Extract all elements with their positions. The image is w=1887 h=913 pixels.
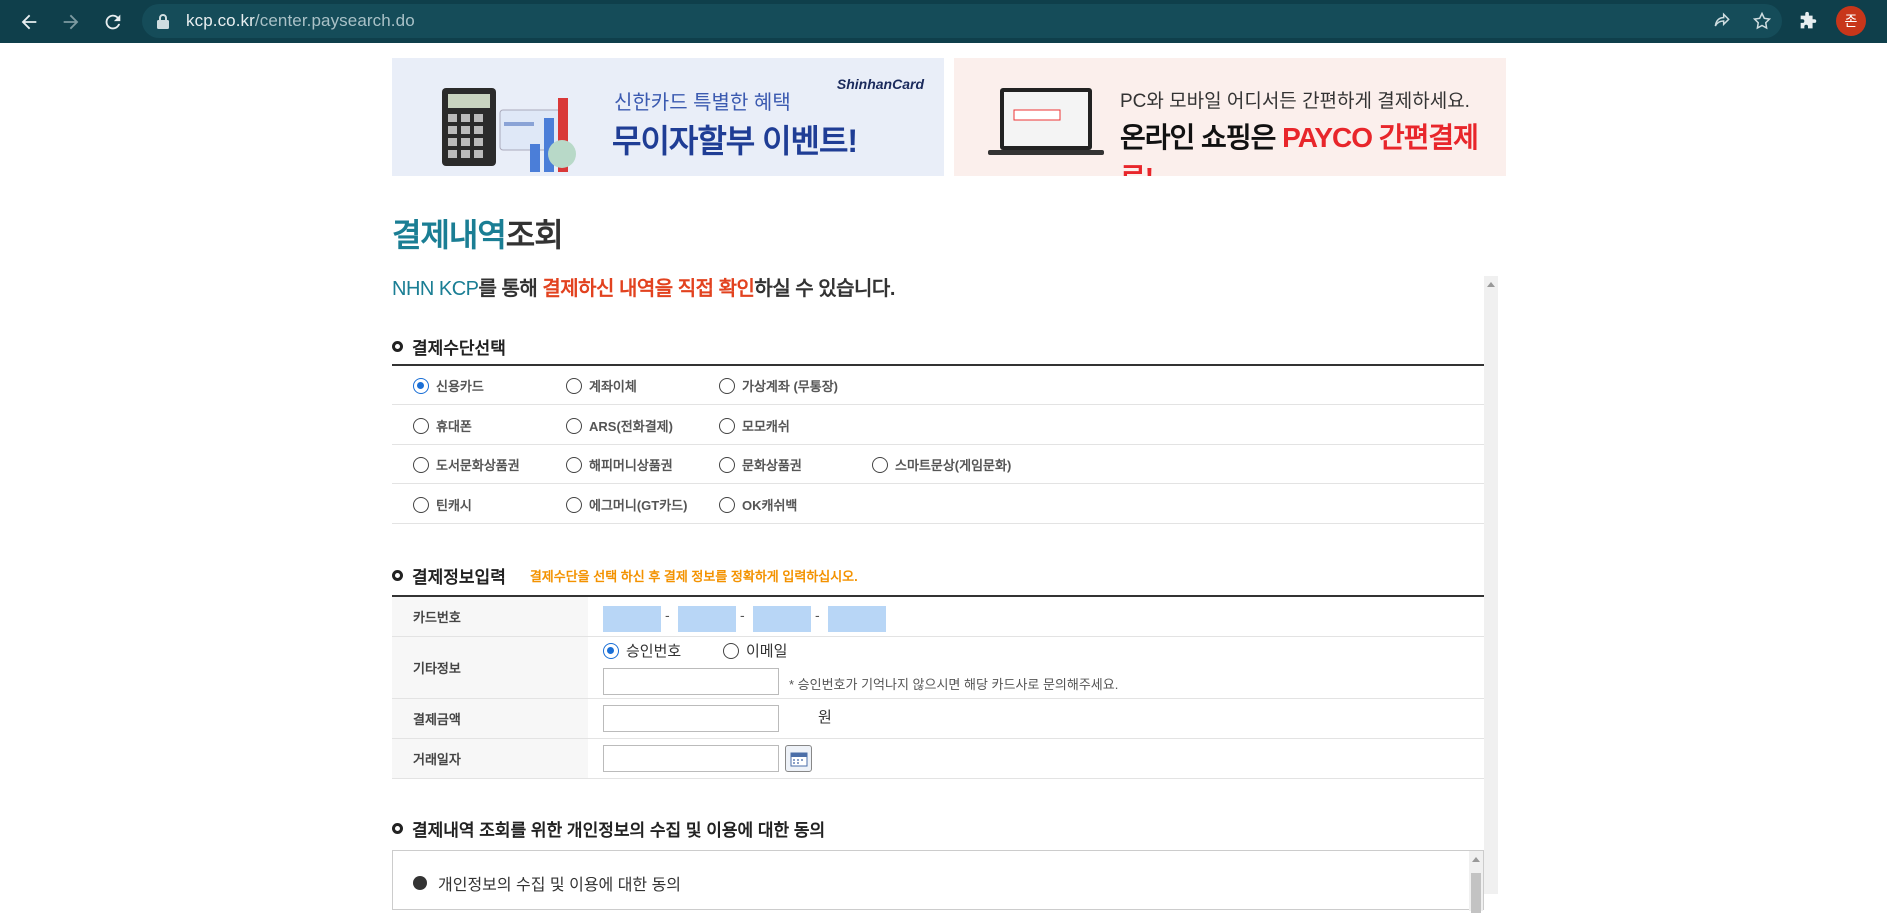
amount-unit: 원 — [818, 709, 832, 726]
card-number-row: 카드번호 - - - — [392, 597, 1484, 637]
radio-button[interactable] — [413, 417, 429, 434]
approval-hint: * 승인번호가 기억나지 않으시면 해당 카드사로 문의해주세요. — [789, 677, 1119, 692]
laptop-illustration — [988, 88, 1104, 155]
page-scrollbar[interactable] — [1484, 276, 1498, 894]
shinhan-logo: ShinhanCard — [836, 76, 924, 92]
amount-row: 결제금액 원 — [392, 699, 1484, 739]
address-bar[interactable]: kcp.co.kr/center.paysearch.do — [142, 4, 1782, 38]
bullet-icon — [413, 876, 427, 890]
radio-button[interactable] — [566, 377, 582, 394]
payco-banner[interactable]: PC와 모바일 어디서든 간편하게 결제하세요. 온라인 쇼핑은 PAYCO 간… — [954, 58, 1506, 176]
radio-button[interactable] — [719, 456, 735, 473]
method-row: 신용카드 계좌이체 가상계좌 (무통장) — [392, 366, 1484, 405]
method-option-teen-cash[interactable]: 틴캐시 — [413, 495, 472, 514]
extensions-button[interactable] — [1794, 8, 1822, 36]
reload-icon — [105, 14, 121, 29]
lock-icon — [157, 14, 169, 29]
radio-button[interactable] — [566, 496, 582, 513]
banner-title: 온라인 쇼핑은 PAYCO 간편결제로! — [1120, 122, 1479, 176]
url-text: kcp.co.kr/center.paysearch.do — [186, 11, 415, 30]
radio-button[interactable] — [413, 456, 429, 473]
card-number-label: 카드번호 — [392, 597, 588, 636]
banner-subtitle: 신한카드 특별한 혜택 — [614, 92, 791, 114]
card-number-field-1[interactable] — [603, 606, 661, 632]
reload-button[interactable] — [92, 0, 134, 43]
consent-item: 개인정보의 수집 및 이용에 대한 동의 — [413, 871, 681, 895]
bookmark-star-icon[interactable] — [1752, 11, 1772, 31]
email-option[interactable]: 이메일 — [723, 640, 787, 661]
section-bullet-icon — [392, 823, 403, 834]
date-label: 거래일자 — [392, 739, 588, 778]
separator: - — [740, 607, 745, 623]
radio-button[interactable] — [566, 456, 582, 473]
radio-button[interactable] — [719, 496, 735, 513]
info-section-heading: 결제정보입력 결제수단을 선택 하신 후 결제 정보를 정확하게 입력하십시오. — [392, 563, 858, 588]
consent-scrollbar[interactable] — [1469, 851, 1483, 913]
page-title: 결제내역조회 — [392, 217, 564, 253]
radio-button[interactable] — [413, 377, 429, 394]
radio-button[interactable] — [719, 377, 735, 394]
shinhan-card-banner[interactable]: 신한카드 특별한 혜택 무이자할부 이벤트! ShinhanCard — [392, 58, 944, 176]
arrow-right-icon — [63, 14, 79, 29]
method-option-ars[interactable]: ARS(전화결제) — [566, 416, 673, 435]
lead-text: NHN KCP를 통해 결제하신 내역을 직접 확인하실 수 있습니다. — [392, 278, 895, 300]
method-section-heading: 결제수단선택 — [392, 334, 506, 359]
amount-label: 결제금액 — [392, 699, 588, 738]
radio-button[interactable] — [566, 417, 582, 434]
method-option-virtual-account[interactable]: 가상계좌 (무통장) — [719, 376, 838, 395]
radio-button[interactable] — [413, 496, 429, 513]
forward-button[interactable] — [50, 0, 92, 43]
other-info-label: 기타정보 — [392, 637, 588, 698]
info-note: 결제수단을 선택 하신 후 결제 정보를 정확하게 입력하십시오. — [529, 569, 858, 584]
arrow-left-icon — [21, 14, 37, 29]
radio-button[interactable] — [603, 642, 619, 659]
approval-number-input[interactable] — [603, 668, 779, 695]
banner-subtitle: PC와 모바일 어디서든 간편하게 결제하세요. — [1120, 91, 1470, 112]
scroll-up-icon[interactable] — [1487, 282, 1495, 287]
scroll-up-icon[interactable] — [1472, 857, 1480, 862]
card-number-field-4[interactable] — [828, 606, 886, 632]
date-input[interactable] — [603, 745, 779, 772]
card-number-field-2[interactable] — [678, 606, 736, 632]
consent-section-heading: 결제내역 조회를 위한 개인정보의 수집 및 이용에 대한 동의 — [392, 816, 825, 841]
browser-toolbar: kcp.co.kr/center.paysearch.do 존 — [0, 0, 1887, 43]
consent-textbox[interactable]: 개인정보의 수집 및 이용에 대한 동의 — [392, 850, 1484, 913]
date-row: 거래일자 — [392, 739, 1484, 779]
method-option-ok-cashbag[interactable]: OK캐쉬백 — [719, 495, 797, 514]
method-option-culture-voucher[interactable]: 문화상품권 — [719, 455, 802, 474]
share-icon[interactable] — [1712, 11, 1732, 31]
method-option-momo-cash[interactable]: 모모캐쉬 — [719, 416, 790, 435]
separator: - — [815, 607, 820, 623]
banner-title: 무이자할부 이벤트! — [612, 123, 858, 159]
card-number-field-3[interactable] — [753, 606, 811, 632]
approval-number-option[interactable]: 승인번호 — [603, 640, 681, 661]
method-option-credit-card[interactable]: 신용카드 — [413, 376, 484, 395]
scroll-thumb[interactable] — [1471, 873, 1481, 913]
method-option-mobile[interactable]: 휴대폰 — [413, 416, 472, 435]
method-row: 틴캐시 에그머니(GT카드) OK캐쉬백 — [392, 485, 1484, 524]
profile-avatar[interactable]: 존 — [1836, 6, 1866, 36]
other-info-row: 기타정보 승인번호 이메일 * 승인번호가 기억나지 않으시면 해당 카드사로 … — [392, 637, 1484, 699]
section-bullet-icon — [392, 570, 403, 581]
method-option-book-voucher[interactable]: 도서문화상품권 — [413, 455, 520, 474]
method-option-egg-money[interactable]: 에그머니(GT카드) — [566, 495, 687, 514]
radio-button[interactable] — [719, 417, 735, 434]
calculator-card-illustration — [442, 88, 576, 172]
calendar-button[interactable] — [785, 745, 812, 772]
method-row: 도서문화상품권 해피머니상품권 문화상품권 스마트문상(게임문화) — [392, 445, 1484, 484]
method-row: 휴대폰 ARS(전화결제) 모모캐쉬 — [392, 406, 1484, 445]
back-button[interactable] — [8, 0, 50, 43]
method-option-bank-transfer[interactable]: 계좌이체 — [566, 376, 637, 395]
main-content: NHN KCP를 통해 결제하신 내역을 직접 확인하실 수 있습니다. 결제수… — [392, 272, 1498, 913]
method-option-smart-voucher[interactable]: 스마트문상(게임문화) — [872, 455, 1011, 474]
method-option-happy-money[interactable]: 해피머니상품권 — [566, 455, 673, 474]
calendar-icon — [790, 752, 807, 766]
radio-button[interactable] — [723, 642, 739, 659]
puzzle-icon — [1800, 11, 1817, 29]
section-bullet-icon — [392, 341, 403, 352]
radio-button[interactable] — [872, 456, 888, 473]
amount-input[interactable] — [603, 705, 779, 732]
separator: - — [665, 607, 670, 623]
